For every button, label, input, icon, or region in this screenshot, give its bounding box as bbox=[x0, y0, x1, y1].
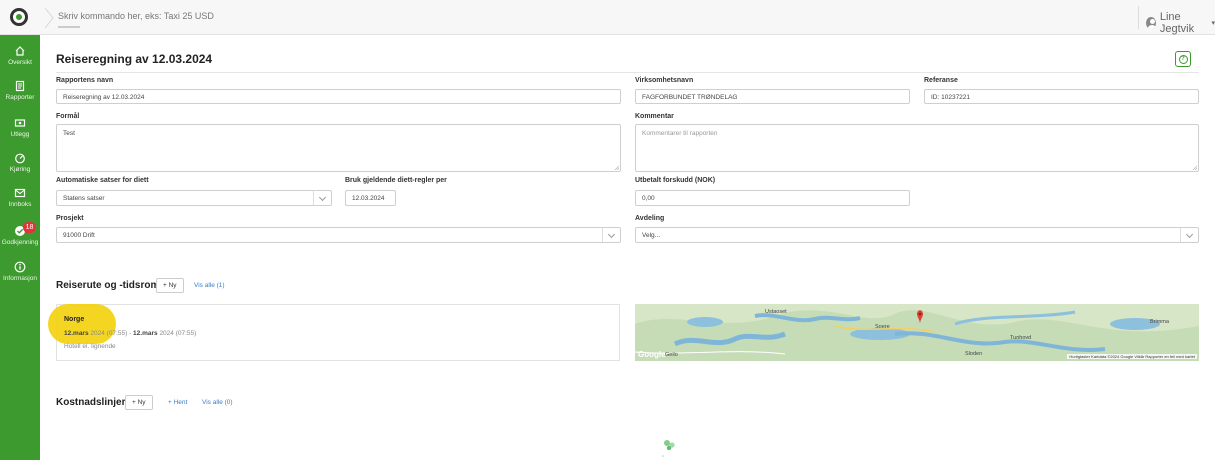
trip-start-date: 12.mars bbox=[64, 330, 89, 337]
help-button[interactable]: ? bbox=[1175, 51, 1191, 67]
sidebar-item-innboks[interactable]: Innboks bbox=[0, 187, 40, 208]
project-value: 91000 Drift bbox=[63, 231, 95, 239]
sidebar: Oversikt Rapporter Utlegg Kjøring Innbok… bbox=[0, 35, 40, 460]
report-name-input[interactable]: Reiseregning av 12.03.2024 bbox=[56, 89, 621, 104]
company-input[interactable]: FAGFORBUNDET TRØNDELAG bbox=[635, 89, 910, 104]
driving-icon bbox=[15, 153, 25, 164]
project-label: Prosjekt bbox=[56, 215, 84, 222]
app-logo[interactable] bbox=[10, 8, 28, 26]
reference-input[interactable]: ID: 10237221 bbox=[924, 89, 1199, 104]
sidebar-item-rapporter[interactable]: Rapporter bbox=[0, 80, 40, 101]
highlight-marker bbox=[48, 304, 116, 344]
sidebar-item-utlegg[interactable]: Utlegg bbox=[0, 117, 40, 138]
user-separator bbox=[1138, 6, 1139, 29]
sidebar-item-label: Godkjenning bbox=[1, 239, 39, 246]
department-label: Avdeling bbox=[635, 215, 665, 222]
trip-destination: Norge bbox=[64, 316, 85, 323]
home-icon bbox=[15, 46, 25, 56]
sidebar-item-godkjenning[interactable]: 18 Godkjenning bbox=[0, 222, 40, 246]
diet-rules-label: Bruk gjeldende diett-regler per bbox=[345, 177, 447, 184]
google-logo: Google bbox=[638, 350, 666, 359]
comment-textarea[interactable]: Kommentarer til rapporten bbox=[635, 124, 1199, 172]
trip-end-date: 12.mars bbox=[133, 330, 158, 337]
top-bar: Skriv kommando her, eks: Taxi 25 USD Lin… bbox=[0, 0, 1215, 35]
map-attribution[interactable]: Hurtigtaster Kartdata ©2024 Google Vilkå… bbox=[1067, 354, 1197, 359]
map-label: Geilo bbox=[665, 352, 678, 358]
department-value: Velg... bbox=[642, 231, 661, 239]
auto-rates-select[interactable]: Statens satser bbox=[56, 190, 332, 206]
advance-label: Utbetalt forskudd (NOK) bbox=[635, 177, 716, 184]
comment-label: Kommentar bbox=[635, 113, 674, 120]
trip-end-rest: 2024 (07:55) bbox=[159, 330, 197, 337]
add-trip-button[interactable]: + Ny bbox=[156, 278, 184, 293]
fetch-cost-label: Hent bbox=[173, 399, 188, 406]
chevron-down-icon bbox=[313, 191, 331, 205]
approval-count-badge: 18 bbox=[23, 222, 36, 233]
page-title: Reiseregning av 12.03.2024 bbox=[56, 52, 213, 66]
company-label: Virksomhetsnavn bbox=[635, 77, 694, 84]
sidebar-item-label: Innboks bbox=[8, 201, 32, 208]
user-avatar-icon bbox=[1146, 17, 1156, 29]
add-cost-label: Ny bbox=[137, 399, 146, 406]
project-select[interactable]: 91000 Drift bbox=[56, 227, 621, 243]
command-input[interactable]: Skriv kommando her, eks: Taxi 25 USD bbox=[58, 11, 214, 21]
add-trip-label: Ny bbox=[168, 282, 177, 289]
sidebar-item-informasjon[interactable]: Informasjon bbox=[0, 261, 40, 282]
cost-show-all-link[interactable]: Vis alle (0) bbox=[202, 399, 233, 406]
trip-dates: 12.mars 2024 (07:55) - 12.mars 2024 (07:… bbox=[64, 330, 196, 337]
sidebar-item-label: Informasjon bbox=[3, 275, 37, 282]
cost-section-title: Kostnadslinjer bbox=[56, 397, 126, 408]
info-icon bbox=[14, 261, 26, 273]
sidebar-item-label: Kjøring bbox=[9, 166, 31, 173]
map-label: Brimma bbox=[1150, 319, 1169, 325]
map-terrain bbox=[635, 304, 1199, 361]
resize-grip-icon[interactable] bbox=[1192, 165, 1197, 170]
map-label: Tunhovd bbox=[1010, 335, 1032, 341]
loading-spinner-icon bbox=[662, 440, 675, 457]
sidebar-item-kjoring[interactable]: Kjøring bbox=[0, 152, 40, 173]
auto-rates-label: Automatiske satser for diett bbox=[56, 177, 149, 184]
chevron-right-icon bbox=[44, 8, 54, 28]
department-select[interactable]: Velg... bbox=[635, 227, 1199, 243]
comment-placeholder: Kommentarer til rapporten bbox=[642, 130, 718, 137]
chevron-down-icon bbox=[602, 228, 620, 242]
reports-icon bbox=[15, 80, 25, 92]
inbox-icon bbox=[14, 188, 26, 198]
question-icon: ? bbox=[1178, 54, 1188, 64]
auto-rates-value: Statens satser bbox=[63, 194, 105, 202]
chevron-down-icon bbox=[1180, 228, 1198, 242]
caret-down-icon: ▾ bbox=[1211, 20, 1215, 27]
reference-label: Referanse bbox=[924, 77, 958, 84]
advance-input[interactable]: 0,00 bbox=[635, 190, 910, 206]
sidebar-item-label: Rapporter bbox=[5, 94, 35, 101]
sidebar-item-label: Oversikt bbox=[8, 59, 32, 66]
trip-show-all-link[interactable]: Vis alle (1) bbox=[194, 282, 225, 289]
map-label: Ustaoset bbox=[765, 309, 787, 315]
trip-map[interactable]: Ustaoset Soere Tunhovd Brimma Geilo Slod… bbox=[635, 304, 1199, 361]
fetch-cost-link[interactable]: + Hent bbox=[168, 399, 187, 406]
main-content: Reiseregning av 12.03.2024 ? Rapportens … bbox=[40, 35, 1215, 460]
sidebar-item-oversikt[interactable]: Oversikt bbox=[0, 45, 40, 66]
trip-accommodation: Hotell el. lignende bbox=[64, 343, 116, 350]
trip-section-title: Reiserute og -tidsrom bbox=[56, 280, 160, 291]
user-name: Line Jegtvik bbox=[1159, 11, 1195, 35]
resize-grip-icon[interactable] bbox=[614, 165, 619, 170]
expenses-icon bbox=[14, 119, 26, 127]
command-underline bbox=[58, 26, 80, 28]
purpose-text: Test bbox=[63, 130, 75, 137]
purpose-label: Formål bbox=[56, 113, 80, 120]
title-divider bbox=[56, 72, 1199, 73]
diet-rules-date-input[interactable]: 12.03.2024 bbox=[345, 190, 396, 206]
report-name-label: Rapportens navn bbox=[56, 77, 114, 84]
user-menu[interactable]: Line Jegtvik ▾ bbox=[1146, 11, 1215, 35]
sidebar-item-label: Utlegg bbox=[10, 131, 30, 138]
add-cost-button[interactable]: + Ny bbox=[125, 395, 153, 410]
map-label: Soere bbox=[875, 324, 890, 330]
map-label: Sloden bbox=[965, 351, 983, 357]
trip-start-rest: 2024 (07:55) bbox=[90, 330, 128, 337]
purpose-textarea[interactable]: Test bbox=[56, 124, 621, 172]
